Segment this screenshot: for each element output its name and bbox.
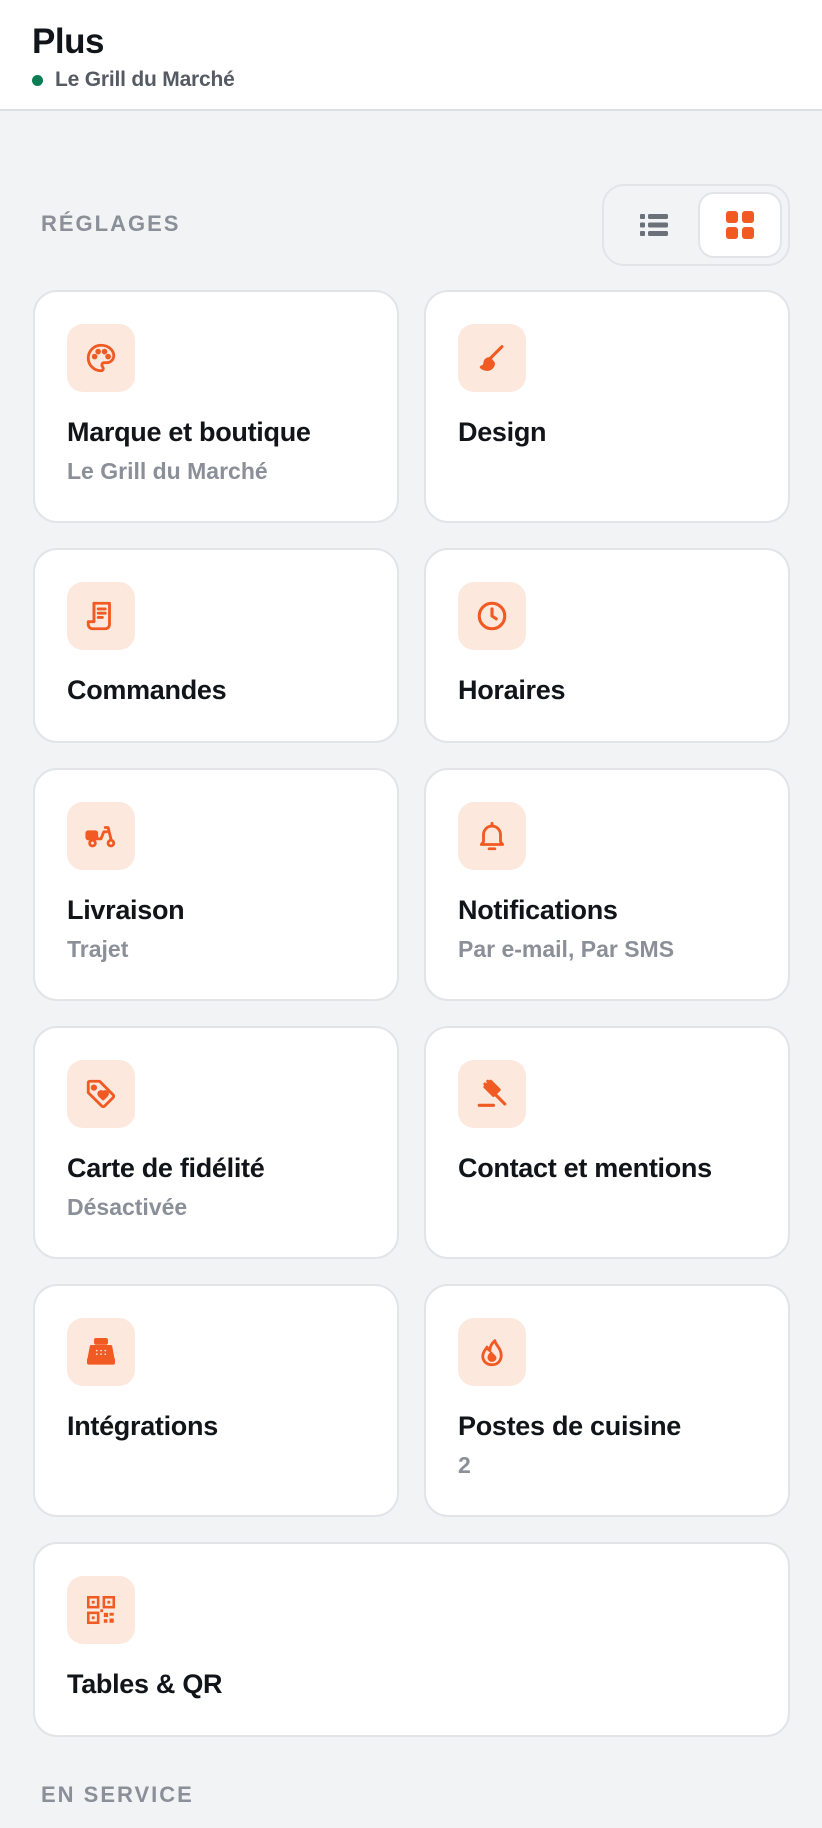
- list-icon: [640, 214, 668, 236]
- card-carte-de-fidelite[interactable]: Carte de fidélité Désactivée: [33, 1026, 399, 1259]
- card-icon-box: [67, 582, 135, 650]
- card-title: Carte de fidélité: [67, 1153, 265, 1183]
- card-tables-et-qr[interactable]: Tables & QR: [33, 1542, 790, 1737]
- card-contact-et-mentions[interactable]: Contact et mentions: [424, 1026, 790, 1259]
- section-label-in-service: EN SERVICE: [41, 1782, 194, 1807]
- cash-register-icon: [86, 1337, 116, 1365]
- card-icon-box: [458, 1060, 526, 1128]
- card-subtitle: Par e-mail, Par SMS: [458, 936, 675, 962]
- bell-icon: [479, 821, 505, 851]
- card-integrations[interactable]: Intégrations: [33, 1284, 399, 1517]
- section-label-settings: RÉGLAGES: [41, 211, 181, 236]
- card-icon-box: [458, 1318, 526, 1386]
- card-icon-box: [67, 1318, 135, 1386]
- card-livraison[interactable]: Livraison Trajet: [33, 768, 399, 1001]
- palette-icon: [86, 343, 116, 373]
- card-notifications[interactable]: Notifications Par e-mail, Par SMS: [424, 768, 790, 1001]
- flame-icon: [481, 1339, 503, 1367]
- card-subtitle: Le Grill du Marché: [67, 458, 268, 484]
- qr-code-icon: [86, 1595, 116, 1625]
- card-postes-de-cuisine[interactable]: Postes de cuisine 2: [424, 1284, 790, 1517]
- card-title: Tables & QR: [67, 1669, 223, 1699]
- grid-view-button[interactable]: [698, 192, 782, 258]
- top-header: Plus Le Grill du Marché: [0, 0, 822, 111]
- card-title: Notifications: [458, 895, 618, 925]
- card-title: Design: [458, 417, 547, 447]
- page-title: Plus: [32, 22, 104, 61]
- card-icon-box: [458, 802, 526, 870]
- card-subtitle: Désactivée: [67, 1194, 188, 1220]
- receipt-icon: [86, 601, 111, 631]
- card-commandes[interactable]: Commandes: [33, 548, 399, 743]
- clock-icon: [477, 601, 507, 631]
- card-title: Livraison: [67, 895, 185, 925]
- card-title: Contact et mentions: [458, 1153, 712, 1183]
- card-icon-box: [458, 324, 526, 392]
- grid-icon: [726, 211, 754, 239]
- card-icon-box: [67, 802, 135, 870]
- card-icon-box: [67, 1576, 135, 1644]
- paintbrush-icon: [479, 345, 504, 371]
- card-title: Intégrations: [67, 1411, 218, 1441]
- store-indicator: Le Grill du Marché: [32, 68, 235, 92]
- card-subtitle: Trajet: [67, 936, 129, 962]
- card-design[interactable]: Design: [424, 290, 790, 523]
- card-title: Horaires: [458, 675, 566, 705]
- view-toggle: [602, 184, 790, 266]
- list-view-button[interactable]: [612, 192, 696, 258]
- card-icon-box: [67, 324, 135, 392]
- card-icon-box: [67, 1060, 135, 1128]
- scooter-icon: [85, 826, 116, 848]
- store-name: Le Grill du Marché: [55, 68, 235, 91]
- gavel-icon: [477, 1079, 507, 1107]
- status-dot: [32, 74, 43, 86]
- card-title: Marque et boutique: [67, 417, 311, 447]
- card-title: Postes de cuisine: [458, 1411, 681, 1441]
- card-subtitle: 2: [458, 1452, 471, 1478]
- card-title: Commandes: [67, 675, 227, 705]
- tag-heart-icon: [86, 1079, 116, 1109]
- card-horaires[interactable]: Horaires: [424, 548, 790, 743]
- card-icon-box: [458, 582, 526, 650]
- card-marque-et-boutique[interactable]: Marque et boutique Le Grill du Marché: [33, 290, 399, 523]
